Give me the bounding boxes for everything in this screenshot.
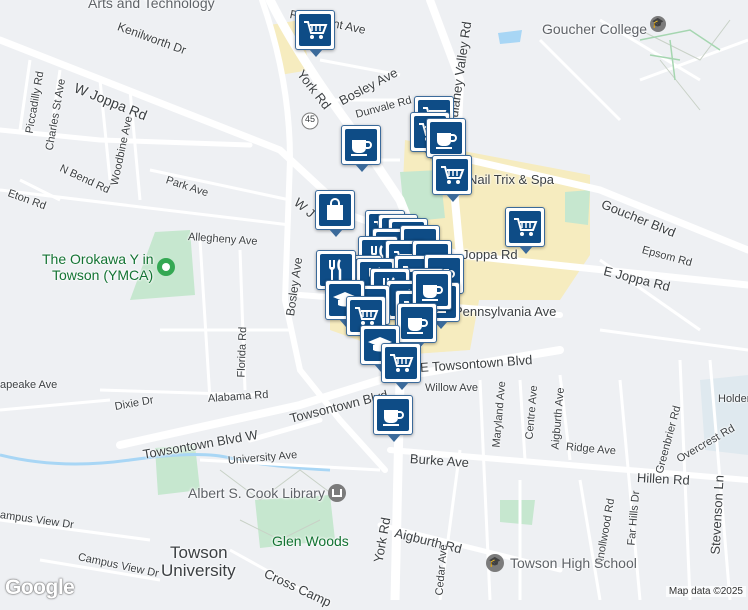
label-burke-ave: Burke Ave bbox=[409, 451, 470, 471]
poi-marker-cafe[interactable] bbox=[397, 303, 437, 350]
label-joppa-rd-east: Joppa Rd bbox=[462, 247, 518, 262]
label-towson-high-school: Towson High School bbox=[510, 555, 637, 571]
poi-marker-grocery[interactable] bbox=[505, 207, 545, 254]
university-icon: 🎓 bbox=[650, 16, 666, 32]
library-icon bbox=[328, 484, 346, 502]
coffee-cup-icon bbox=[377, 399, 409, 431]
poi-marker-cafe[interactable] bbox=[426, 118, 466, 165]
label-stevenson-ln: Stevenson Ln bbox=[707, 474, 727, 555]
poi-marker-grocery[interactable] bbox=[432, 155, 472, 202]
poi-marker-cafe[interactable] bbox=[373, 395, 413, 442]
shopping-bag-icon bbox=[319, 194, 351, 226]
poi-marker-grocery[interactable] bbox=[295, 10, 335, 57]
label-holden: Holden bbox=[718, 393, 748, 405]
coffee-cup-icon bbox=[416, 274, 448, 306]
label-orokawa-ymca-1: The Orokawa Y in bbox=[42, 251, 154, 267]
label-towson-university-1: Towson bbox=[170, 543, 228, 562]
label-albert-s-cook-library: Albert S. Cook Library bbox=[188, 485, 325, 501]
poi-marker-grocery[interactable] bbox=[381, 343, 421, 390]
label-glen-woods: Glen Woods bbox=[272, 533, 349, 549]
label-orokawa-ymca-2: Towson (YMCA) bbox=[52, 267, 154, 283]
label-goucher-college: Goucher College bbox=[542, 21, 648, 37]
coffee-cup-icon bbox=[430, 122, 462, 154]
poi-marker-shopping[interactable] bbox=[315, 190, 355, 237]
label-nail-trix-spa: Nail Trix & Spa bbox=[468, 172, 554, 187]
cart-icon bbox=[385, 347, 417, 379]
cart-icon bbox=[299, 14, 331, 46]
ymca-icon bbox=[157, 258, 175, 276]
label-florida-rd: Florida Rd bbox=[235, 326, 250, 378]
cart-icon bbox=[436, 159, 468, 191]
cart-icon bbox=[509, 211, 541, 243]
park-area bbox=[500, 500, 535, 525]
label-arts-and-technology: Arts and Technology bbox=[88, 0, 215, 11]
park-area bbox=[565, 190, 590, 225]
label-towson-university-2: University bbox=[161, 561, 236, 580]
label-pennsylvania-ave: Pennsylvania Ave bbox=[454, 304, 557, 319]
poi-marker-cafe[interactable] bbox=[341, 125, 381, 172]
coffee-cup-icon bbox=[401, 307, 433, 339]
map-attribution[interactable]: Map data ©2025 bbox=[665, 586, 746, 597]
label-willow-ave: Willow Ave bbox=[425, 382, 478, 394]
school-icon: 🎓 bbox=[486, 554, 504, 572]
google-logo: Google bbox=[5, 576, 75, 599]
label-chesapeake-ave: apeake Ave bbox=[0, 379, 58, 391]
route-shield-45: 45 bbox=[304, 114, 315, 124]
coffee-cup-icon bbox=[345, 129, 377, 161]
label-hillen-rd: Hillen Rd bbox=[636, 470, 691, 488]
